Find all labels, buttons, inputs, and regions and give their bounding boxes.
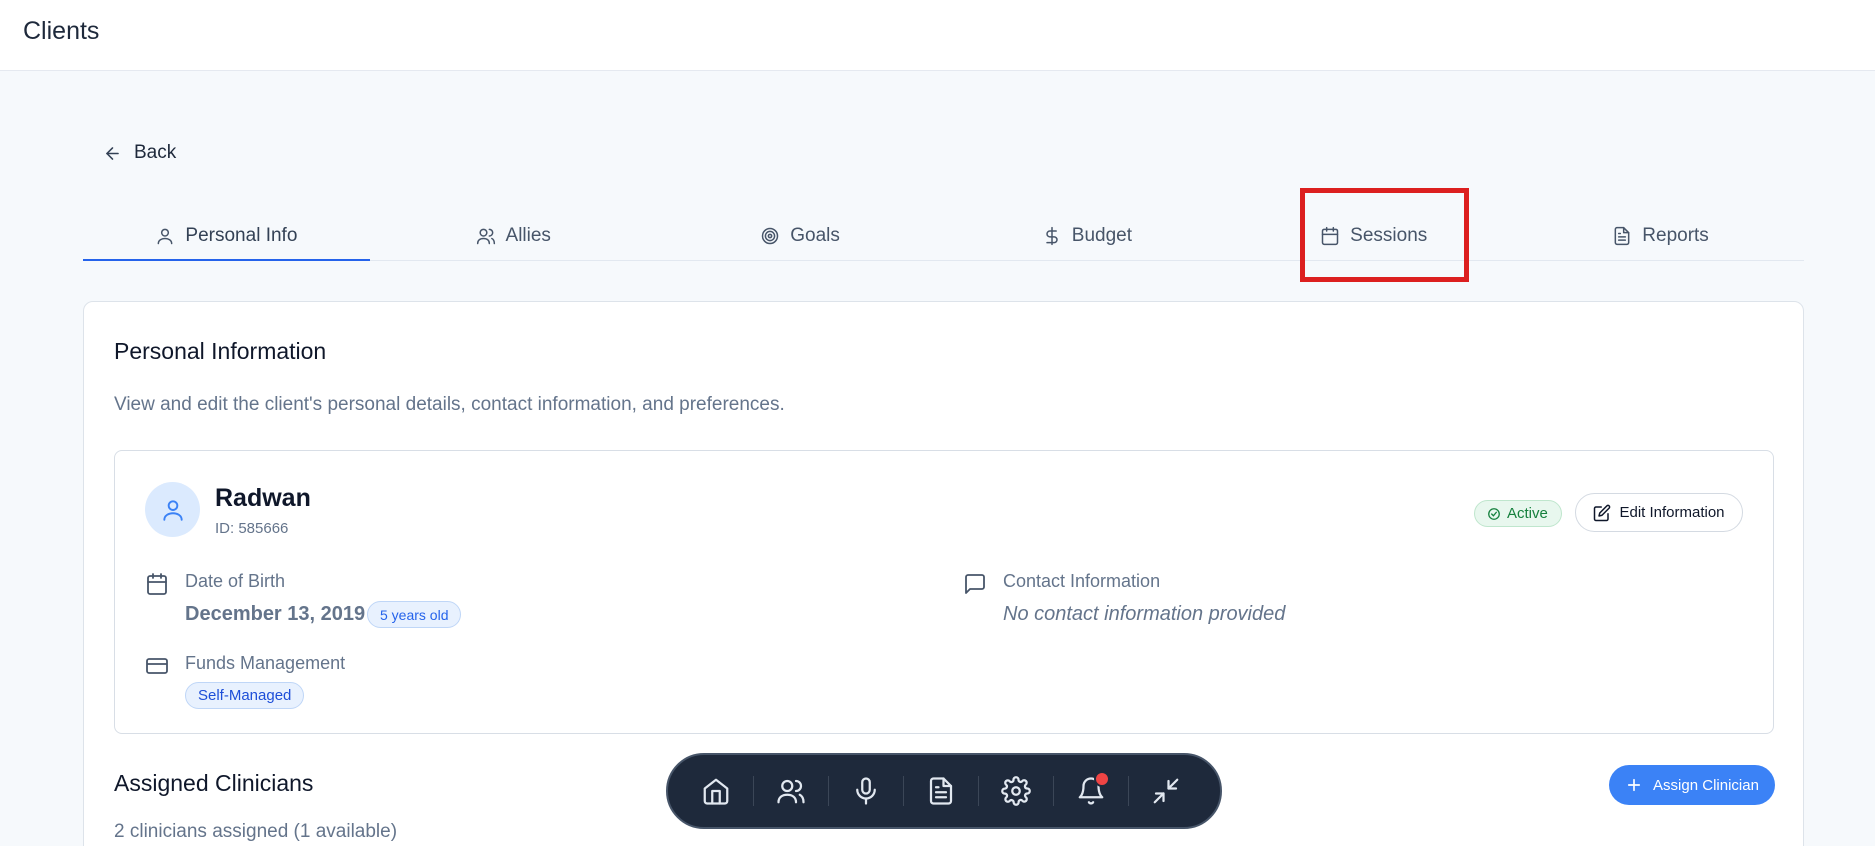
tab-label: Allies: [505, 225, 551, 246]
document-icon: [1614, 226, 1630, 246]
calendar-icon: [1321, 226, 1339, 246]
user-icon: [162, 499, 183, 521]
contact-label: Contact Information: [1003, 571, 1161, 591]
dock-documents-button[interactable]: [903, 761, 978, 821]
tab-goals[interactable]: Goals: [657, 212, 944, 260]
gear-icon: [1000, 776, 1031, 806]
plus-icon: [1627, 778, 1641, 792]
calendar-icon: [147, 573, 167, 595]
assign-label: Assign Clinician: [1653, 776, 1759, 794]
avatar: [145, 482, 200, 537]
dock-microphone-button[interactable]: [828, 761, 903, 821]
dock-settings-button[interactable]: [978, 761, 1053, 821]
funds-badge: Self-Managed: [185, 682, 305, 709]
target-icon: [762, 227, 779, 245]
document-icon: [929, 777, 952, 805]
tab-label: Reports: [1642, 225, 1709, 246]
tab-personal-info[interactable]: Personal Info: [83, 212, 370, 261]
status-badge: Active: [1474, 500, 1562, 527]
funds-label: Funds Management: [185, 653, 346, 673]
arrow-left-icon: [106, 146, 119, 160]
tab-label: Sessions: [1350, 225, 1428, 246]
assigned-clinicians-title: Assigned Clinicians: [114, 770, 314, 796]
tab-label: Personal Info: [185, 225, 298, 246]
minimize-icon: [1153, 778, 1178, 804]
dob-label: Date of Birth: [185, 571, 286, 591]
notification-dot: [1094, 771, 1110, 787]
edit-information-button[interactable]: Edit Information: [1575, 493, 1743, 532]
age-badge: 5 years old: [367, 601, 462, 628]
dollar-icon: [1046, 226, 1058, 246]
floating-dock: [666, 753, 1222, 829]
dob-value: December 13, 2019: [185, 603, 366, 625]
edit-label: Edit Information: [1619, 504, 1725, 521]
dock-home-button[interactable]: [678, 761, 753, 821]
tab-label: Budget: [1071, 225, 1133, 246]
assign-clinician-button[interactable]: Assign Clinician: [1609, 765, 1775, 805]
microphone-icon: [855, 777, 876, 805]
tab-bar: Personal Info Allies Goals Budget Sessio…: [83, 212, 1804, 261]
users-icon: [476, 228, 495, 245]
assigned-clinicians-count: 2 clinicians assigned (1 available): [114, 821, 398, 842]
user-icon: [158, 228, 173, 245]
tab-allies[interactable]: Allies: [370, 212, 657, 260]
message-square-icon: [965, 574, 985, 594]
dock-clients-button[interactable]: [753, 761, 828, 821]
dock-notifications-button[interactable]: [1053, 761, 1128, 821]
users-icon: [776, 779, 805, 804]
credit-card-icon: [146, 658, 168, 674]
panel-description: View and edit the client's personal deta…: [114, 394, 785, 415]
tab-sessions[interactable]: Sessions: [1230, 212, 1517, 260]
contact-value: No contact information provided: [1003, 603, 1286, 625]
client-id: ID: 585666: [215, 520, 289, 537]
panel-title: Personal Information: [114, 338, 327, 364]
tab-budget[interactable]: Budget: [943, 212, 1230, 260]
tab-label: Goals: [790, 225, 840, 246]
tab-reports[interactable]: Reports: [1517, 212, 1804, 260]
check-circle-icon: [1488, 507, 1500, 520]
back-button[interactable]: Back: [103, 142, 176, 164]
client-name: Radwan: [215, 484, 311, 512]
dock-minimize-button[interactable]: [1128, 761, 1203, 821]
status-label: Active: [1507, 505, 1548, 522]
page-title: Clients: [23, 17, 100, 45]
back-label: Back: [134, 142, 177, 163]
edit-icon: [1594, 504, 1611, 521]
top-bar: Clients: [0, 0, 1875, 71]
home-icon: [703, 778, 728, 805]
client-card: Radwan ID: 585666 Active Edit Informatio…: [114, 450, 1774, 734]
